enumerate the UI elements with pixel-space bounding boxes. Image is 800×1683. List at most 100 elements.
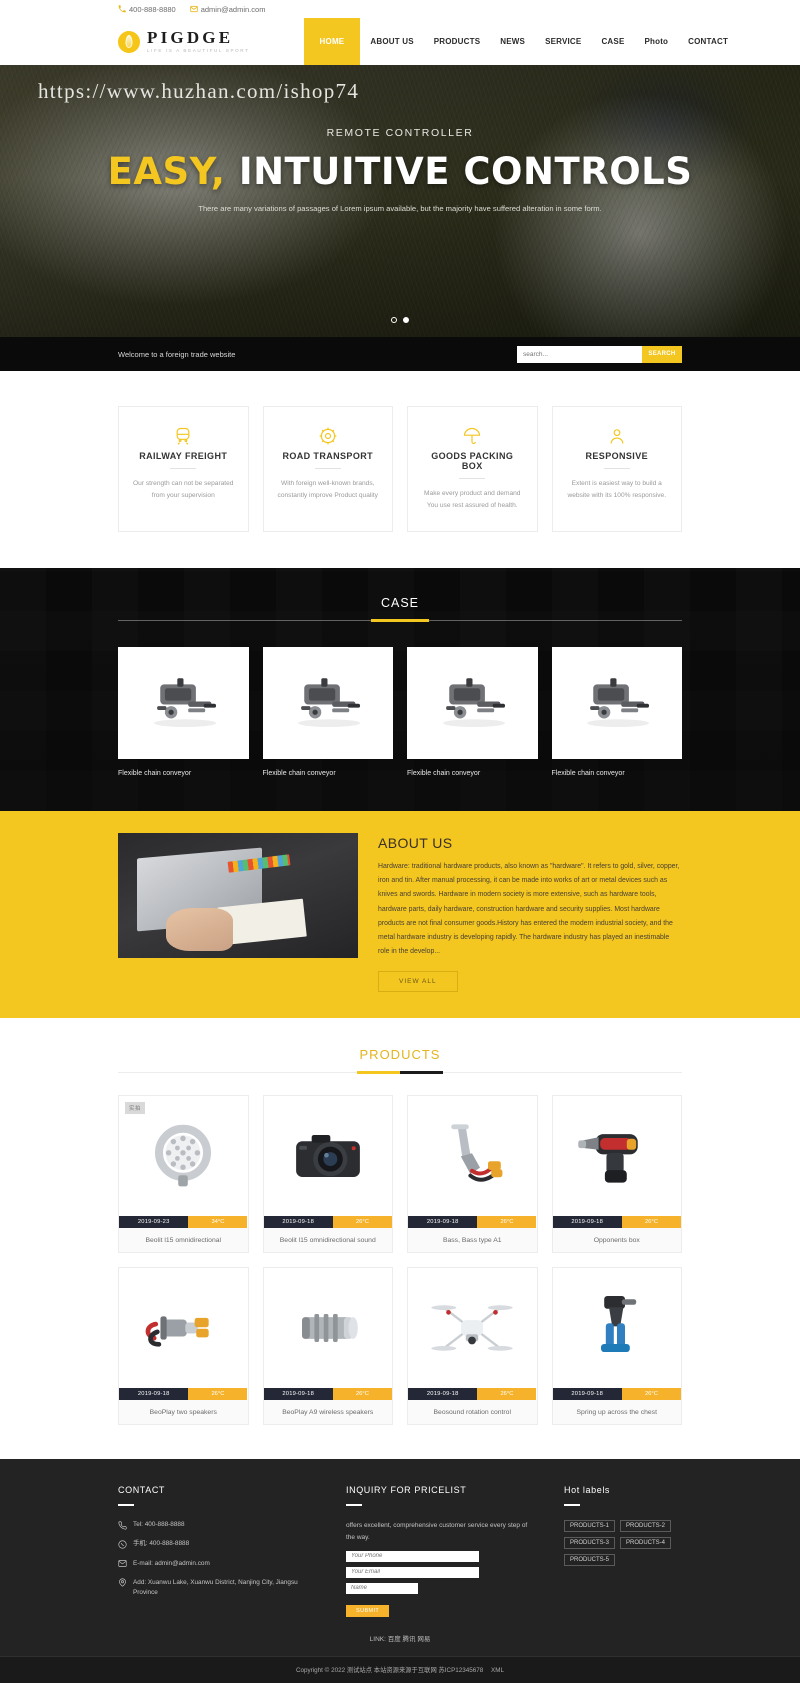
search-input[interactable] — [517, 345, 642, 363]
product-badge: 实拍 — [125, 1102, 146, 1115]
friendly-link-bar[interactable]: LINK: 百度 腾讯 网易 — [0, 1632, 800, 1656]
location-icon — [118, 1578, 127, 1588]
product-card[interactable]: 2019-09-18 26°C Opponents box — [551, 1095, 682, 1254]
nav-item-photo[interactable]: Photo — [634, 18, 678, 65]
product-card[interactable]: 2019-09-18 26°C Bass, Bass type A1 — [407, 1095, 538, 1254]
case-item[interactable]: Flexible chain conveyor — [262, 647, 393, 778]
product-card[interactable]: 2019-09-18 26°C Spring up across the chest — [551, 1267, 682, 1426]
feature-title: ROAD TRANSPORT — [282, 451, 374, 461]
case-caption: Flexible chain conveyor — [262, 770, 336, 778]
hero-title-highlight: EASY, — [107, 150, 226, 193]
umbrella-icon — [420, 425, 525, 447]
hot-label[interactable]: PRODUCTS-1 — [564, 1520, 616, 1533]
hero-title-rest: INTUITIVE CONTROLS — [238, 150, 693, 193]
search-box: SEARCH — [517, 345, 682, 363]
inquiry-name-input[interactable] — [346, 1582, 418, 1594]
product-meta: 2019-09-18 26°C — [552, 1216, 682, 1229]
nav-item-about-us[interactable]: ABOUT US — [360, 18, 423, 65]
product-image — [408, 1268, 537, 1389]
hero-subtitle: REMOTE CONTROLLER — [326, 127, 474, 139]
product-date: 2019-09-18 — [408, 1216, 478, 1229]
contact-row: E-mail: admin@admin.com — [118, 1559, 318, 1569]
product-card[interactable]: 2019-09-18 26°C BeoPlay A9 wireless speake… — [262, 1267, 393, 1426]
feature-description: With foreign well-known brands, constant… — [277, 480, 378, 499]
contact-row-text: Tel: 400-888-8888 — [133, 1521, 185, 1529]
hero-dot-2[interactable] — [403, 317, 409, 323]
product-image: 实拍 — [119, 1096, 248, 1217]
products-grid: 实拍 2019-09-23 34°C Beolit l15 omnidirection… — [118, 1095, 682, 1426]
product-date: 2019-09-18 — [263, 1388, 333, 1401]
hot-label[interactable]: PRODUCTS-4 — [620, 1537, 672, 1550]
feature-description: Our strength can not be separated from y… — [133, 480, 234, 499]
case-item[interactable]: Flexible chain conveyor — [407, 647, 538, 777]
feature-title: GOODS PACKING BOX — [431, 451, 514, 471]
product-card[interactable]: 2019-09-18 26°C Beosound rotation control — [407, 1267, 538, 1426]
feature-description: Extent is easiest way to build a website… — [567, 480, 667, 499]
hot-label[interactable]: PRODUCTS-2 — [620, 1520, 672, 1533]
footer-inquiry-column: INQUIRY FOR PRICELIST offers excellent, … — [346, 1485, 536, 1617]
product-temperature: 26°C — [332, 1388, 392, 1401]
hero-banner: https://www.huzhan.com/ishop74 REMOTE CO… — [0, 65, 800, 337]
feature-card-1[interactable]: RAILWAY FREIGHT Our strength can not be s… — [118, 406, 249, 533]
topbar-email[interactable]: admin@admin.com — [189, 5, 265, 14]
feature-card-3[interactable]: GOODS PACKING BOX Make every product and … — [407, 406, 538, 533]
case-item[interactable]: Flexible chain conveyor — [118, 647, 249, 777]
case-caption: Flexible chain conveyor — [407, 770, 481, 778]
products-header: PRODUCTS — [118, 1046, 682, 1064]
top-contact-bar: 400-888-8880 admin@admin.com — [0, 0, 800, 18]
product-name: Bass, Bass type A1 — [408, 1228, 537, 1253]
feature-card-4[interactable]: RESPONSIVE Extent is easiest way to build… — [551, 406, 682, 533]
hero-dot-1[interactable] — [391, 317, 397, 323]
contact-row-text: 手机: 400-888-8888 — [133, 1540, 190, 1548]
case-thumbnail — [262, 647, 393, 760]
hot-label[interactable]: PRODUCTS-5 — [564, 1554, 616, 1567]
product-meta: 2019-09-18 26°C — [263, 1216, 393, 1229]
inquiry-phone-input[interactable] — [346, 1550, 479, 1562]
nav-item-home[interactable]: HOME — [303, 18, 361, 65]
product-temperature: 26°C — [332, 1216, 392, 1229]
product-date: 2019-09-18 — [552, 1388, 622, 1401]
product-image — [552, 1096, 681, 1217]
product-temperature: 26°C — [188, 1388, 248, 1401]
main-navigation: HOME ABOUT US PRODUCTS NEWS SERVICE CASE Photo… — [303, 18, 739, 65]
inquiry-email-input[interactable] — [346, 1566, 479, 1578]
about-title: ABOUT US — [378, 835, 453, 852]
contact-row-text: Add: Xuanwu Lake, Xuanwu District, Nanji… — [133, 1578, 298, 1597]
hot-labels-list: PRODUCTS-1 PRODUCTS-2 PRODUCTS-3 PRODUCTS-4… — [564, 1520, 682, 1567]
contact-row: 手机: 400-888-8888 — [118, 1539, 318, 1549]
footer-hotlabels-title: Hot labels — [564, 1485, 611, 1496]
phone-icon — [118, 5, 126, 13]
nav-item-news[interactable]: NEWS — [490, 18, 535, 65]
product-image — [263, 1268, 392, 1389]
logo[interactable]: PIGDGE LIFE IS A BEAUTIFUL SPORT — [118, 18, 250, 65]
inquiry-text: offers excellent, comprehensive customer… — [346, 1522, 528, 1541]
product-temperature: 34°C — [188, 1216, 248, 1229]
product-meta: 2019-09-18 26°C — [408, 1388, 537, 1401]
contact-row-text: E-mail: admin@admin.com — [133, 1559, 210, 1567]
xml-link[interactable]: XML — [491, 1667, 504, 1674]
product-card[interactable]: 实拍 2019-09-23 34°C Beolit l15 omnidirection… — [118, 1095, 249, 1254]
inquiry-submit-button[interactable]: SUBMIT — [346, 1604, 390, 1617]
case-item[interactable]: Flexible chain conveyor — [551, 647, 682, 777]
nav-item-case[interactable]: CASE — [591, 18, 634, 65]
logo-tagline: LIFE IS A BEAUTIFUL SPORT — [147, 48, 250, 54]
nav-item-products[interactable]: PRODUCTS — [424, 18, 491, 65]
case-title: CASE — [380, 596, 420, 611]
about-image — [118, 833, 358, 959]
search-button[interactable]: SEARCH — [642, 345, 682, 363]
view-all-button[interactable]: VIEW ALL — [378, 971, 458, 993]
product-date: 2019-09-18 — [552, 1216, 622, 1229]
hot-label[interactable]: PRODUCTS-3 — [564, 1537, 616, 1550]
product-card[interactable]: 2019-09-18 26°C BeoPlay two speakers — [118, 1267, 249, 1426]
welcome-text: Welcome to a foreign trade website — [118, 349, 236, 359]
product-card[interactable]: 2019-09-18 26°C Beolit l15 omnidirectional… — [262, 1095, 393, 1254]
nav-item-contact[interactable]: CONTACT — [678, 18, 738, 65]
topbar-phone[interactable]: 400-888-8880 — [118, 5, 176, 14]
product-temperature: 26°C — [621, 1216, 681, 1229]
feature-cards: RAILWAY FREIGHT Our strength can not be s… — [0, 371, 800, 569]
product-date: 2019-09-18 — [263, 1216, 333, 1229]
logo-text: PIGDGE LIFE IS A BEAUTIFUL SPORT — [147, 29, 250, 54]
product-meta: 2019-09-18 26°C — [263, 1388, 393, 1401]
nav-item-service[interactable]: SERVICE — [535, 18, 591, 65]
feature-card-2[interactable]: ROAD TRANSPORT With foreign well-known br… — [262, 406, 393, 533]
